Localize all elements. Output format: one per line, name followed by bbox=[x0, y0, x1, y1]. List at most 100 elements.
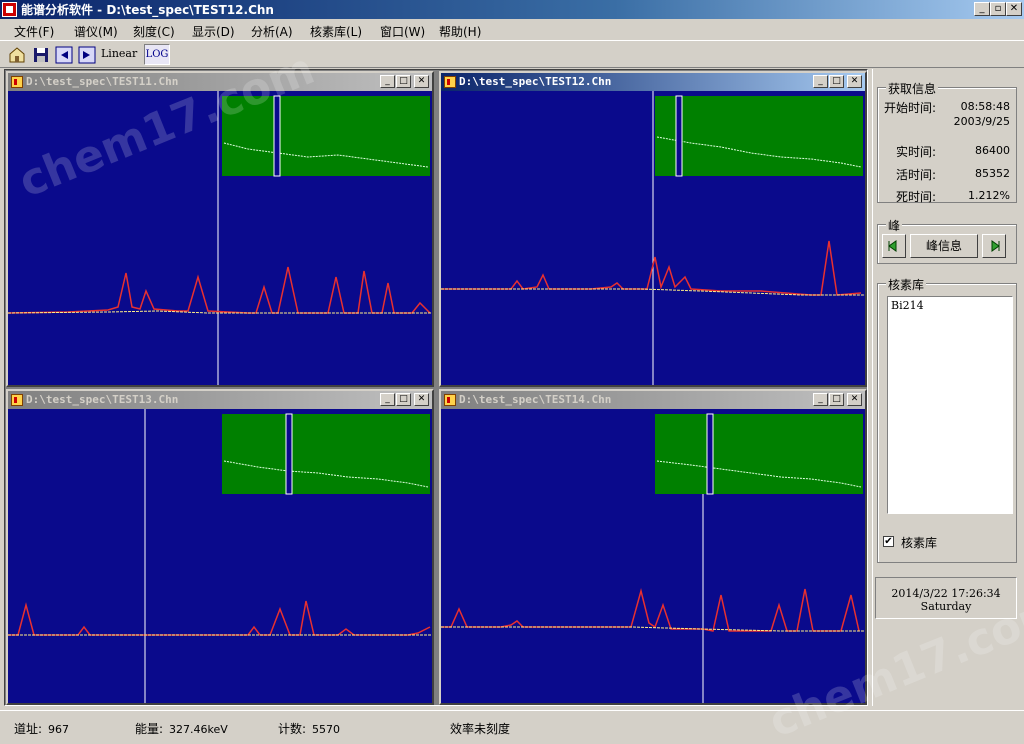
window-title: 能谱分析软件 - D:\test_spec\TEST12.Chn bbox=[21, 3, 274, 17]
child-maximize-button[interactable]: □ bbox=[829, 393, 844, 406]
spectrum-icon bbox=[444, 76, 456, 88]
child-close-button[interactable]: ✕ bbox=[847, 393, 862, 406]
count-value: 5570 bbox=[312, 723, 341, 736]
child-title: D:\test_spec\TEST14.Chn bbox=[459, 393, 612, 406]
energy-label: 能量: bbox=[135, 722, 164, 736]
dead-time-value: 1.212% bbox=[968, 189, 1010, 202]
linear-scale-button[interactable]: Linear bbox=[101, 47, 137, 60]
real-time-value: 86400 bbox=[975, 144, 1010, 157]
prev-peak-button[interactable] bbox=[882, 234, 906, 258]
status-energy: 能量: 327.46keV bbox=[135, 720, 228, 737]
child-minimize-button[interactable]: _ bbox=[813, 75, 828, 88]
spectrum-plot[interactable] bbox=[441, 409, 865, 703]
real-time-label: 实时间: bbox=[896, 145, 937, 159]
status-efficiency: 效率未刻度 bbox=[450, 722, 511, 736]
right-panel: 获取信息 开始时间: 08:58:48 2003/9/25 实时间: 86400… bbox=[872, 69, 1020, 706]
child-minimize-button[interactable]: _ bbox=[380, 393, 395, 406]
restore-button[interactable]: ▫ bbox=[990, 2, 1006, 16]
start-time-label: 开始时间: bbox=[884, 101, 937, 115]
open-icon[interactable] bbox=[8, 46, 26, 64]
count-label: 计数: bbox=[278, 722, 307, 736]
peak-info-button[interactable]: 峰信息 bbox=[910, 234, 978, 258]
menu-instrument[interactable]: 谱仪(M) bbox=[74, 23, 118, 40]
overview-cursor bbox=[273, 95, 281, 177]
spectrum-icon bbox=[444, 394, 456, 406]
live-time-label: 活时间: bbox=[896, 168, 937, 182]
nuclide-list[interactable]: Bi214 bbox=[887, 296, 1013, 514]
channel-label: 道址: bbox=[14, 722, 43, 736]
menu-nuclide-library[interactable]: 核素库(L) bbox=[310, 23, 362, 40]
toolbar: Linear LOG bbox=[0, 42, 1024, 68]
status-channel: 道址: 967 bbox=[14, 720, 69, 737]
left-arrow-icon[interactable] bbox=[55, 46, 73, 64]
menu-file[interactable]: 文件(F) bbox=[14, 23, 54, 40]
overview-cursor bbox=[706, 413, 714, 495]
child-close-button[interactable]: ✕ bbox=[414, 75, 429, 88]
acquisition-info-group: 获取信息 开始时间: 08:58:48 2003/9/25 实时间: 86400… bbox=[877, 80, 1017, 204]
dead-time-label: 死时间: bbox=[896, 190, 937, 204]
title-bar: 能谱分析软件 - D:\test_spec\TEST12.Chn _ ▫ ✕ bbox=[0, 0, 1024, 19]
child-title-bar[interactable]: D:\test_spec\TEST12.Chn _ □ ✕ bbox=[441, 73, 865, 91]
child-title-bar[interactable]: D:\test_spec\TEST11.Chn _ □ ✕ bbox=[8, 73, 432, 91]
spectrum-window-test11[interactable]: D:\test_spec\TEST11.Chn _ □ ✕ bbox=[6, 71, 434, 387]
child-close-button[interactable]: ✕ bbox=[847, 75, 862, 88]
nuclide-library-checkbox-label[interactable]: 核素库 bbox=[901, 534, 937, 551]
spectrum-icon bbox=[11, 76, 23, 88]
weekday-line: Saturday bbox=[920, 600, 972, 613]
nuclide-item[interactable]: Bi214 bbox=[891, 299, 1009, 312]
save-icon[interactable] bbox=[32, 46, 50, 64]
overview-panel bbox=[655, 96, 863, 176]
spectrum-window-test14[interactable]: D:\test_spec\TEST14.Chn _ □ ✕ bbox=[439, 389, 867, 705]
spectrum-plot[interactable] bbox=[8, 409, 432, 703]
child-title: D:\test_spec\TEST12.Chn bbox=[459, 75, 612, 88]
minimize-button[interactable]: _ bbox=[974, 2, 990, 16]
datetime-display: 2014/3/22 17:26:34 Saturday bbox=[875, 577, 1017, 619]
next-peak-icon bbox=[991, 240, 1000, 252]
child-minimize-button[interactable]: _ bbox=[380, 75, 395, 88]
nuclide-library-label: 核素库 bbox=[886, 276, 927, 293]
mdi-area: D:\test_spec\TEST11.Chn _ □ ✕ D:\test_sp… bbox=[4, 69, 868, 706]
child-close-button[interactable]: ✕ bbox=[414, 393, 429, 406]
log-scale-button[interactable]: LOG bbox=[144, 44, 170, 65]
menu-help[interactable]: 帮助(H) bbox=[439, 23, 481, 40]
acquisition-info-label: 获取信息 bbox=[886, 80, 939, 97]
start-time-value: 08:58:48 bbox=[960, 100, 1010, 113]
child-maximize-button[interactable]: □ bbox=[396, 75, 411, 88]
menu-bar: 文件(F) 谱仪(M) 刻度(C) 显示(D) 分析(A) 核素库(L) 窗口(… bbox=[0, 19, 1024, 41]
start-date-value: 2003/9/25 bbox=[953, 115, 1010, 128]
overview-panel bbox=[222, 414, 430, 494]
child-title: D:\test_spec\TEST13.Chn bbox=[26, 393, 179, 406]
peak-group: 峰 峰信息 bbox=[877, 217, 1017, 264]
energy-value: 327.46keV bbox=[169, 723, 228, 736]
spectrum-plot[interactable] bbox=[8, 91, 432, 385]
app-icon[interactable] bbox=[2, 2, 17, 17]
nuclide-library-checkbox[interactable]: ✔ bbox=[883, 536, 894, 547]
next-peak-button[interactable] bbox=[982, 234, 1006, 258]
child-title-bar[interactable]: D:\test_spec\TEST13.Chn _ □ ✕ bbox=[8, 391, 432, 409]
menu-window[interactable]: 窗口(W) bbox=[380, 23, 425, 40]
close-button[interactable]: ✕ bbox=[1006, 2, 1022, 16]
overview-cursor bbox=[675, 95, 683, 177]
overview-panel bbox=[222, 96, 430, 176]
peak-group-label: 峰 bbox=[886, 217, 903, 234]
live-time-value: 85352 bbox=[975, 167, 1010, 180]
spectrum-window-test13[interactable]: D:\test_spec\TEST13.Chn _ □ ✕ bbox=[6, 389, 434, 705]
spectrum-plot[interactable] bbox=[441, 91, 865, 385]
menu-analysis[interactable]: 分析(A) bbox=[251, 23, 293, 40]
prev-peak-icon bbox=[888, 240, 897, 252]
overview-cursor bbox=[285, 413, 293, 495]
spectrum-window-test12[interactable]: D:\test_spec\TEST12.Chn _ □ ✕ bbox=[439, 71, 867, 387]
child-title: D:\test_spec\TEST11.Chn bbox=[26, 75, 179, 88]
status-bar: 道址: 967 能量: 327.46keV 计数: 5570 效率未刻度 bbox=[0, 710, 1024, 744]
status-count: 计数: 5570 bbox=[278, 720, 340, 737]
spectrum-icon bbox=[11, 394, 23, 406]
right-arrow-icon[interactable] bbox=[78, 46, 96, 64]
menu-calibrate[interactable]: 刻度(C) bbox=[133, 23, 175, 40]
channel-value: 967 bbox=[48, 723, 70, 736]
overview-panel bbox=[655, 414, 863, 494]
child-maximize-button[interactable]: □ bbox=[396, 393, 411, 406]
child-title-bar[interactable]: D:\test_spec\TEST14.Chn _ □ ✕ bbox=[441, 391, 865, 409]
child-maximize-button[interactable]: □ bbox=[829, 75, 844, 88]
menu-display[interactable]: 显示(D) bbox=[192, 23, 235, 40]
child-minimize-button[interactable]: _ bbox=[813, 393, 828, 406]
